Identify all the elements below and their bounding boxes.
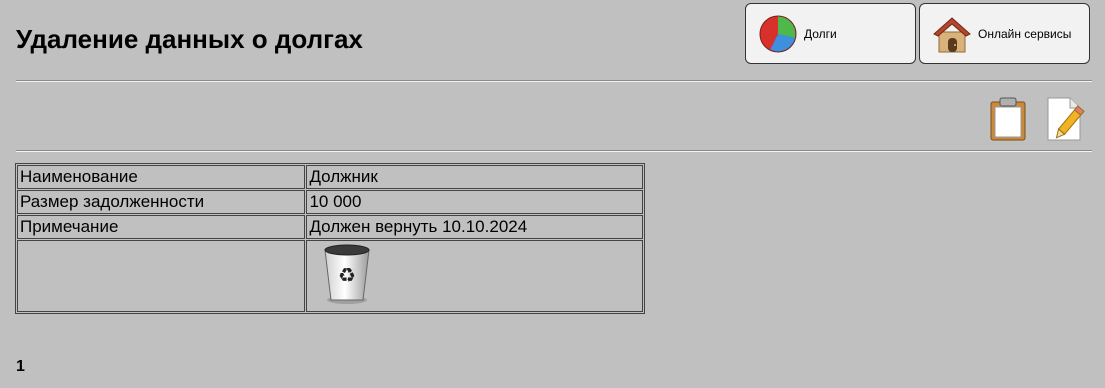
online-services-button[interactable]: Онлайн сервисы xyxy=(919,3,1090,64)
empty-cell xyxy=(17,240,306,312)
debts-button-label: Долги xyxy=(804,26,837,41)
debt-details-table: Наименование Должник Размер задолженност… xyxy=(15,163,645,314)
page: Удаление данных о долгах Долги Онлайн се… xyxy=(0,0,1105,388)
table-row: Наименование Должник xyxy=(17,165,643,189)
pie-chart-icon xyxy=(758,14,798,54)
svg-text:♻: ♻ xyxy=(338,263,356,287)
field-value: Должник xyxy=(306,165,643,189)
divider xyxy=(16,150,1092,152)
table-row: Примечание Должен вернуть 10.10.2024 xyxy=(17,215,643,239)
house-icon xyxy=(932,14,972,54)
debts-button[interactable]: Долги xyxy=(745,3,916,64)
field-label: Наименование xyxy=(17,165,306,189)
field-value: Должен вернуть 10.10.2024 xyxy=(306,215,643,239)
clipboard-icon[interactable] xyxy=(987,96,1029,142)
edit-document-icon[interactable] xyxy=(1044,96,1086,142)
delete-cell: ♻ xyxy=(306,240,643,312)
field-label: Примечание xyxy=(17,215,306,239)
divider xyxy=(16,80,1092,82)
online-services-button-label: Онлайн сервисы xyxy=(978,26,1072,41)
recycle-bin-icon[interactable]: ♻ xyxy=(319,242,375,306)
field-value: 10 000 xyxy=(306,190,643,214)
page-number[interactable]: 1 xyxy=(16,358,25,376)
page-title: Удаление данных о долгах xyxy=(16,24,363,54)
table-row: Размер задолженности 10 000 xyxy=(17,190,643,214)
field-label: Размер задолженности xyxy=(17,190,306,214)
table-row: ♻ xyxy=(17,240,643,312)
